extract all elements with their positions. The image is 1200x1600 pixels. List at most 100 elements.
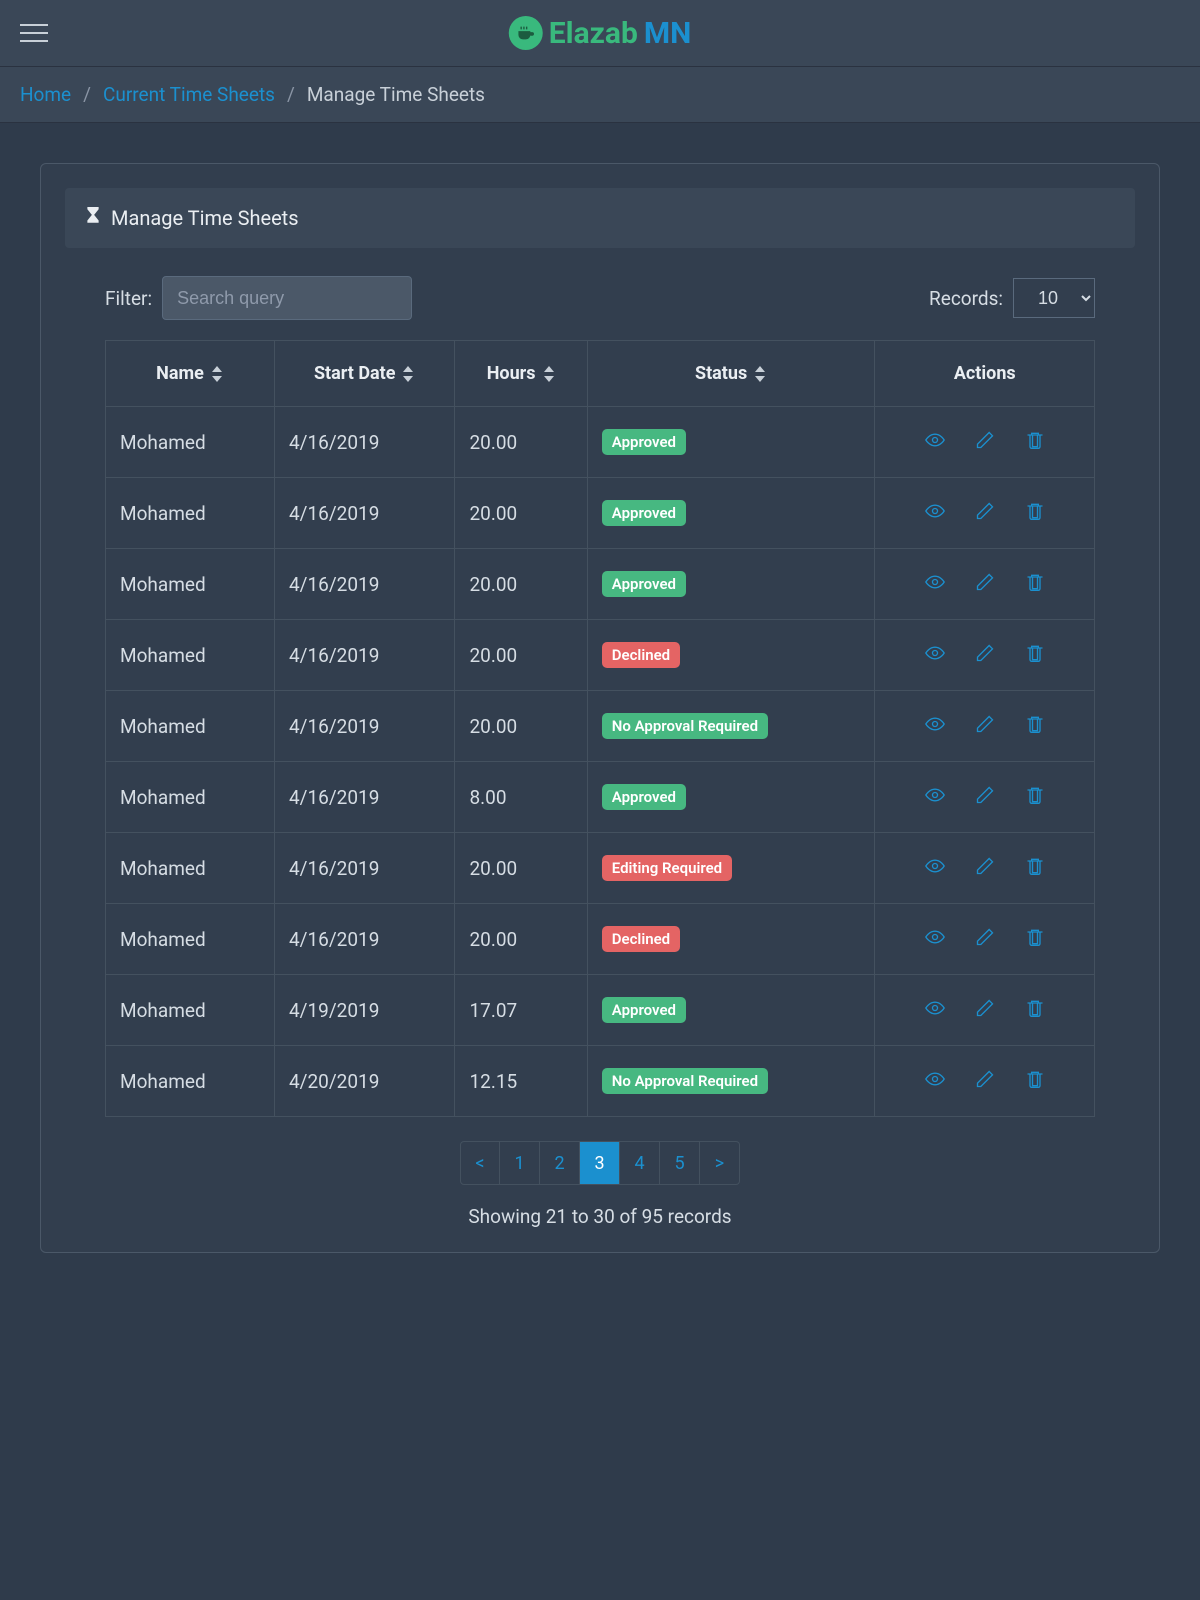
records-select[interactable]: 10: [1013, 278, 1095, 318]
sort-icon: [403, 366, 415, 382]
view-button[interactable]: [925, 501, 945, 521]
topbar: ElazabMN: [0, 0, 1200, 67]
table-row: Mohamed4/19/201917.07Approved: [106, 975, 1095, 1046]
edit-button[interactable]: [975, 856, 995, 876]
delete-button[interactable]: [1025, 714, 1045, 734]
cell-hours: 20.00: [455, 691, 587, 762]
page-body: Manage Time Sheets Filter: Records: 10 N…: [0, 123, 1200, 1293]
cell-name: Mohamed: [106, 691, 275, 762]
status-badge: Declined: [602, 926, 680, 952]
cell-status: No Approval Required: [587, 691, 875, 762]
status-badge: Approved: [602, 784, 686, 810]
cell-name: Mohamed: [106, 762, 275, 833]
edit-button[interactable]: [975, 1069, 995, 1089]
cell-start-date: 4/16/2019: [274, 762, 455, 833]
pagination: <12345>: [65, 1141, 1135, 1185]
delete-button[interactable]: [1025, 927, 1045, 947]
cell-hours: 12.15: [455, 1046, 587, 1117]
cell-start-date: 4/16/2019: [274, 478, 455, 549]
delete-button[interactable]: [1025, 998, 1045, 1018]
cell-actions: [875, 691, 1095, 762]
cell-actions: [875, 549, 1095, 620]
cell-status: Approved: [587, 762, 875, 833]
col-hours[interactable]: Hours: [455, 341, 587, 407]
view-button[interactable]: [925, 643, 945, 663]
cell-hours: 8.00: [455, 762, 587, 833]
edit-button[interactable]: [975, 501, 995, 521]
page-3[interactable]: 3: [580, 1141, 620, 1185]
hourglass-icon: [85, 206, 101, 230]
view-button[interactable]: [925, 998, 945, 1018]
cell-status: Approved: [587, 407, 875, 478]
edit-button[interactable]: [975, 430, 995, 450]
cell-name: Mohamed: [106, 478, 275, 549]
breadcrumb-current-sheets[interactable]: Current Time Sheets: [103, 83, 275, 106]
status-badge: Approved: [602, 429, 686, 455]
delete-button[interactable]: [1025, 572, 1045, 592]
status-badge: Editing Required: [602, 855, 732, 881]
delete-button[interactable]: [1025, 785, 1045, 805]
delete-button[interactable]: [1025, 501, 1045, 521]
cell-name: Mohamed: [106, 975, 275, 1046]
delete-button[interactable]: [1025, 1069, 1045, 1089]
edit-button[interactable]: [975, 927, 995, 947]
delete-button[interactable]: [1025, 643, 1045, 663]
view-button[interactable]: [925, 572, 945, 592]
status-badge: Approved: [602, 500, 686, 526]
edit-button[interactable]: [975, 998, 995, 1018]
cell-actions: [875, 478, 1095, 549]
cell-hours: 20.00: [455, 478, 587, 549]
cell-hours: 20.00: [455, 407, 587, 478]
cell-name: Mohamed: [106, 904, 275, 975]
cell-actions: [875, 833, 1095, 904]
delete-button[interactable]: [1025, 856, 1045, 876]
timesheets-table: Name Start Date Hours Status Actions Moh…: [105, 340, 1095, 1117]
view-button[interactable]: [925, 785, 945, 805]
brand-logo[interactable]: ElazabMN: [509, 16, 692, 51]
page-2[interactable]: 2: [540, 1141, 580, 1185]
edit-button[interactable]: [975, 785, 995, 805]
col-status[interactable]: Status: [587, 341, 875, 407]
filter-row: Filter: Records: 10: [65, 276, 1135, 340]
page-prev[interactable]: <: [460, 1141, 500, 1185]
cell-status: Approved: [587, 549, 875, 620]
view-button[interactable]: [925, 927, 945, 947]
breadcrumb-home[interactable]: Home: [20, 83, 71, 106]
cell-name: Mohamed: [106, 833, 275, 904]
view-button[interactable]: [925, 1069, 945, 1089]
cell-start-date: 4/16/2019: [274, 620, 455, 691]
view-button[interactable]: [925, 430, 945, 450]
cell-hours: 20.00: [455, 549, 587, 620]
col-start-date[interactable]: Start Date: [274, 341, 455, 407]
status-badge: Approved: [602, 571, 686, 597]
cell-status: Editing Required: [587, 833, 875, 904]
cell-start-date: 4/16/2019: [274, 407, 455, 478]
cell-status: No Approval Required: [587, 1046, 875, 1117]
showing-text: Showing 21 to 30 of 95 records: [65, 1205, 1135, 1228]
view-button[interactable]: [925, 856, 945, 876]
status-badge: No Approval Required: [602, 1068, 768, 1094]
page-5[interactable]: 5: [660, 1141, 700, 1185]
cell-hours: 17.07: [455, 975, 587, 1046]
menu-toggle-button[interactable]: [20, 24, 48, 42]
col-actions: Actions: [875, 341, 1095, 407]
cell-status: Approved: [587, 975, 875, 1046]
cell-status: Declined: [587, 904, 875, 975]
col-name[interactable]: Name: [106, 341, 275, 407]
status-badge: Declined: [602, 642, 680, 668]
edit-button[interactable]: [975, 572, 995, 592]
sort-icon: [755, 366, 767, 382]
view-button[interactable]: [925, 714, 945, 734]
edit-button[interactable]: [975, 643, 995, 663]
cell-hours: 20.00: [455, 833, 587, 904]
page-1[interactable]: 1: [500, 1141, 540, 1185]
table-row: Mohamed4/16/201920.00 Approved: [106, 478, 1095, 549]
page-next[interactable]: >: [700, 1141, 740, 1185]
delete-button[interactable]: [1025, 430, 1045, 450]
breadcrumb-sep: /: [83, 83, 91, 106]
cell-name: Mohamed: [106, 1046, 275, 1117]
page-4[interactable]: 4: [620, 1141, 660, 1185]
search-input[interactable]: [162, 276, 412, 320]
table-row: Mohamed4/16/201920.00Declined: [106, 904, 1095, 975]
edit-button[interactable]: [975, 714, 995, 734]
